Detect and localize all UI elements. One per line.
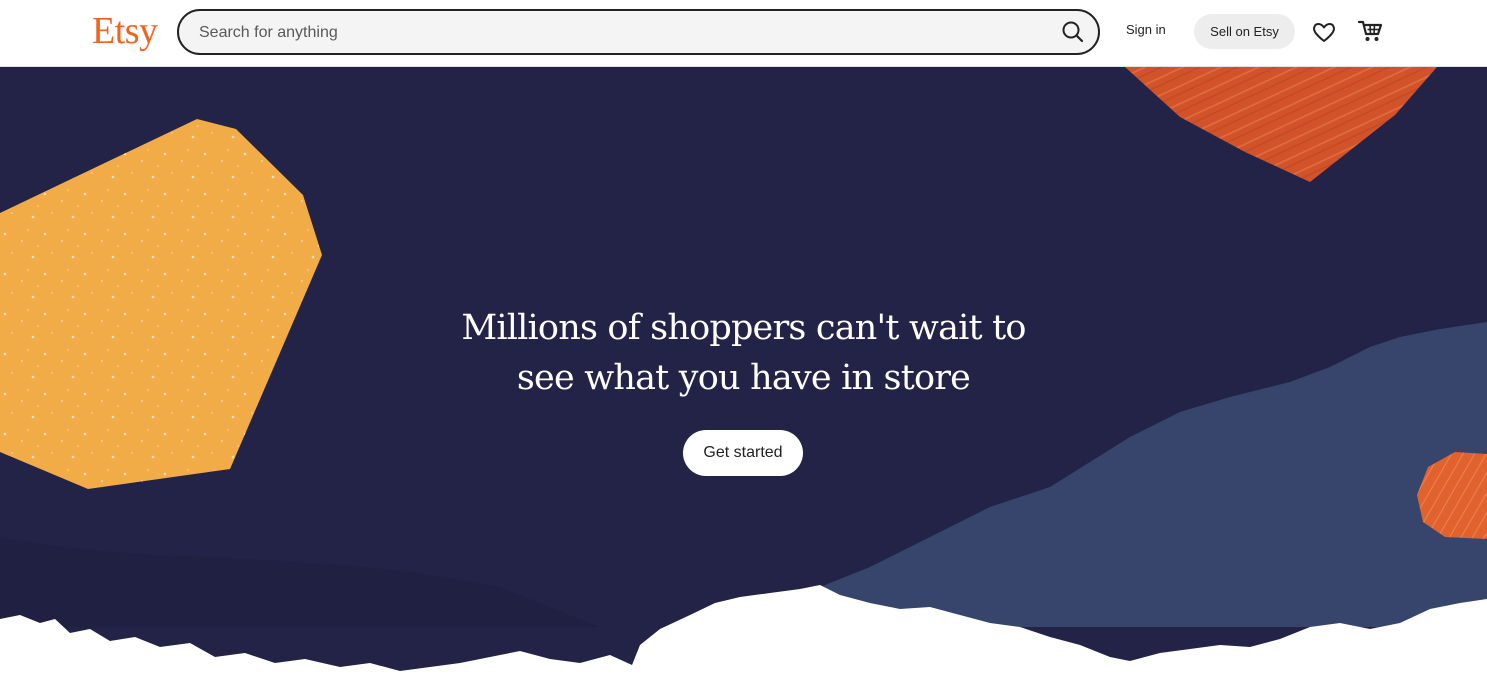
hero-headline-line-1: Millions of shoppers can't wait to bbox=[461, 308, 1026, 348]
search-icon bbox=[1062, 21, 1084, 43]
hero-banner: Millions of shoppers can't wait to see w… bbox=[0, 67, 1487, 699]
cart-icon bbox=[1357, 20, 1383, 41]
heart-icon bbox=[1313, 23, 1335, 42]
cart-button[interactable] bbox=[1356, 17, 1384, 45]
site-header: Etsy Sign in Sell on Etsy bbox=[0, 0, 1487, 67]
search-button[interactable] bbox=[1060, 19, 1086, 45]
sell-on-etsy-button[interactable]: Sell on Etsy bbox=[1194, 14, 1295, 49]
hero-headline-line-2: see what you have in store bbox=[516, 358, 971, 398]
get-started-button[interactable]: Get started bbox=[683, 430, 803, 476]
favorites-button[interactable] bbox=[1311, 19, 1337, 45]
search-bar bbox=[177, 9, 1100, 55]
sign-in-link[interactable]: Sign in bbox=[1126, 22, 1166, 37]
hero-headline: Millions of shoppers can't wait to see w… bbox=[0, 303, 1487, 403]
etsy-logo[interactable]: Etsy bbox=[92, 6, 158, 56]
search-input[interactable] bbox=[197, 19, 1021, 47]
